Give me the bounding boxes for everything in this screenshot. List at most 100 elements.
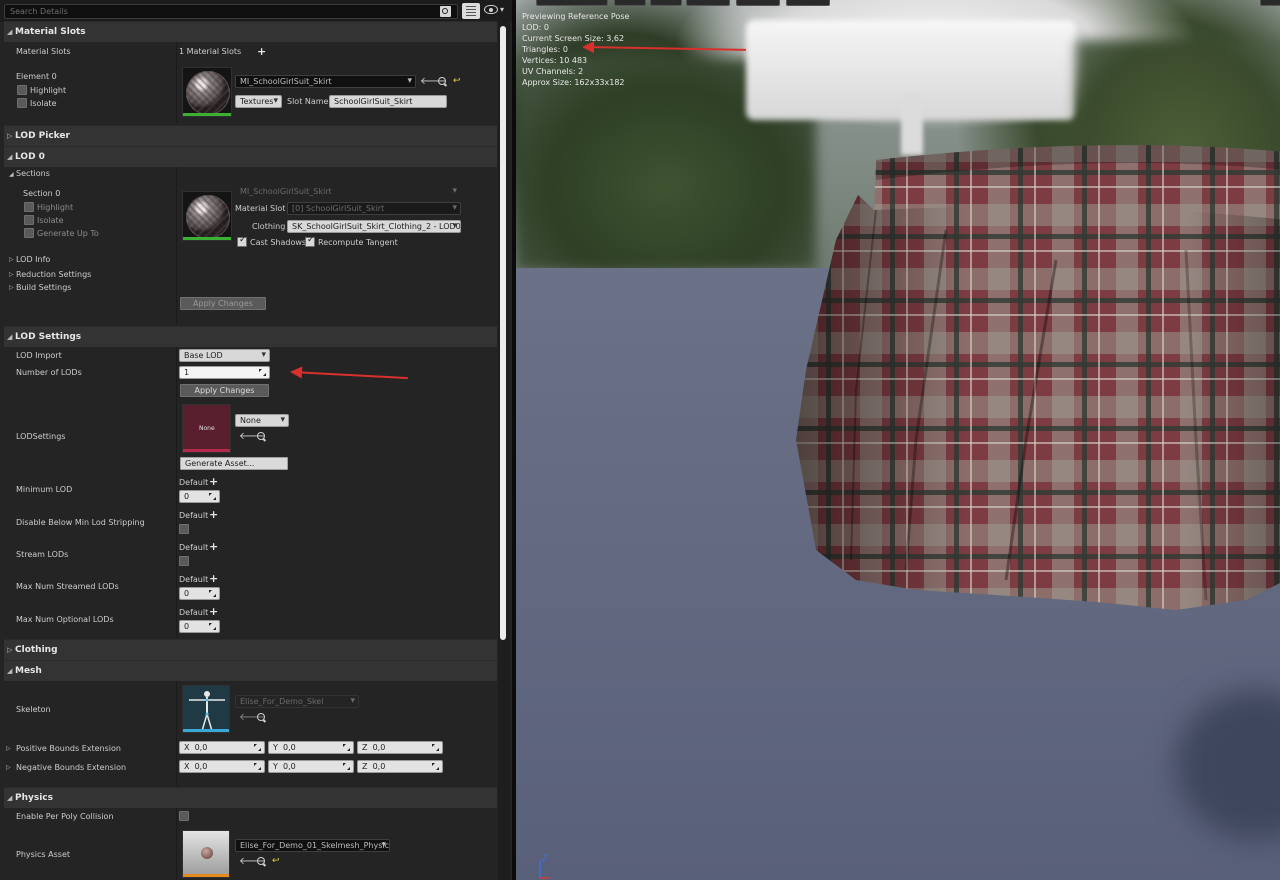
minimum-lod-input[interactable]: 0 [179,490,220,503]
browse-magnifier-icon[interactable] [257,857,265,865]
physics-asset-label: Physics Asset [16,850,70,859]
collapse-arrow-icon[interactable]: ▷ [9,256,14,263]
apply-changes-button[interactable]: Apply Changes [180,297,266,310]
material-asset-combo[interactable]: MI_SchoolGirlSuit_Skirt [235,75,416,88]
category-material-slots[interactable]: ◢ Material Slots [4,21,497,42]
spin-resize-icon [343,763,350,770]
cast-shadows-checkbox[interactable] [237,235,247,247]
max-streamed-lods-input[interactable]: 0 [179,587,220,600]
section-0-label: Section 0 [23,189,61,198]
isolate-checkbox[interactable] [17,98,27,108]
viewport-toolbar-button[interactable] [1260,0,1280,6]
lodsettings-label: LODSettings [16,432,66,441]
material-sphere-preview [186,195,230,239]
negative-bounds-z-input[interactable]: Z 0,0 [357,760,443,773]
spin-resize-icon [254,763,261,770]
reset-to-default-icon[interactable]: ↩ [453,77,461,86]
positive-bounds-x-input[interactable]: X 0,0 [179,741,265,754]
axis-y-label: Y [273,762,278,771]
search-icon[interactable] [440,6,451,17]
lod-settings-asset-thumbnail[interactable]: None [182,404,231,453]
stream-lods-label: Stream LODs [16,550,69,559]
viewport[interactable]: Previewing Reference Pose LOD: 0 Current… [516,0,1280,880]
viewport-toolbar-button[interactable] [536,0,608,6]
column-divider [176,806,177,880]
viewport-toolbar-button[interactable] [786,0,830,6]
positive-bounds-z-input[interactable]: Z 0,0 [357,741,443,754]
details-scrollbar-thumb[interactable] [500,26,506,640]
chevron-down-icon[interactable]: ▾ [500,5,504,14]
number-of-lods-input[interactable]: 1 [179,366,270,379]
column-divider [176,41,177,123]
material-thumbnail[interactable] [182,67,232,117]
category-lod0[interactable]: ◢ LOD 0 [4,146,497,167]
slot-name-input[interactable]: SchoolGirlSuit_Skirt [329,95,447,108]
property-matrix-button[interactable] [462,3,480,19]
browse-magnifier-icon[interactable] [257,432,265,440]
viewport-toolbar-button[interactable] [614,0,646,6]
expand-arrow-icon[interactable]: ◢ [9,171,14,178]
highlight-checkbox[interactable] [24,202,34,212]
category-title: LOD Picker [15,131,70,141]
disable-below-min-lod-checkbox[interactable] [179,524,189,534]
skeleton-thumbnail[interactable] [182,685,230,733]
lod-info-label[interactable]: LOD Info [16,255,50,264]
build-settings-label[interactable]: Build Settings [16,283,71,292]
add-override-icon[interactable]: + [209,476,218,487]
collapse-arrow-icon[interactable]: ▷ [9,284,14,291]
textures-dropdown[interactable]: Textures [235,95,282,108]
generate-asset-button[interactable]: Generate Asset... [180,457,288,470]
lod-import-dropdown[interactable]: Base LOD [179,349,270,362]
category-mesh[interactable]: ◢ Mesh [4,660,497,681]
material-slot-combo[interactable]: [0] SchoolGirlSuit_Skirt [287,202,461,215]
expand-arrow-icon: ◢ [7,28,13,36]
section-material-thumbnail[interactable] [182,191,232,241]
apply-changes-button[interactable]: Apply Changes [180,384,269,397]
add-override-icon[interactable]: + [209,509,218,520]
category-title: Physics [15,793,54,803]
skeleton-combo[interactable]: Elise_For_Demo_Skel [235,695,359,708]
isolate-checkbox[interactable] [24,215,34,225]
collapse-arrow-icon[interactable]: ▷ [9,271,14,278]
per-poly-collision-checkbox[interactable] [179,811,189,821]
recompute-tangent-checkbox[interactable] [305,235,315,247]
collapse-arrow-icon[interactable]: ▷ [6,745,11,752]
category-physics[interactable]: ◢ Physics [4,787,497,808]
category-lod-settings[interactable]: ◢ LOD Settings [4,326,497,347]
max-optional-lods-input[interactable]: 0 [179,620,220,633]
category-lod-picker[interactable]: ▷ LOD Picker [4,125,497,146]
add-override-icon[interactable]: + [209,541,218,552]
positive-bounds-y-input[interactable]: Y 0,0 [268,741,354,754]
viewport-toolbar-button[interactable] [736,0,780,6]
category-clothing[interactable]: ▷ Clothing [4,639,497,660]
disable-below-min-lod-label: Disable Below Min Lod Stripping [16,518,145,527]
physics-asset-thumbnail[interactable] [182,830,230,878]
lod-settings-asset-combo[interactable]: None [235,414,289,427]
stream-lods-checkbox[interactable] [179,556,189,566]
add-override-icon[interactable]: + [209,573,218,584]
add-override-icon[interactable]: + [209,606,218,617]
reset-to-default-icon[interactable]: ↩ [272,857,280,866]
spin-resize-icon [209,623,216,630]
add-material-slot-icon[interactable]: + [257,46,266,57]
viewport-toolbar-button[interactable] [650,0,682,6]
generate-up-to-label: Generate Up To [37,229,99,238]
viewport-toolbar-button[interactable] [686,0,730,6]
negative-bounds-y-input[interactable]: Y 0,0 [268,760,354,773]
category-title: Clothing [15,645,58,655]
browse-magnifier-icon[interactable] [257,713,265,721]
generate-up-to-checkbox[interactable] [24,228,34,238]
reduction-settings-label[interactable]: Reduction Settings [16,270,91,279]
clothing-combo[interactable]: SK_SchoolGirlSuit_Skirt_Clothing_2 - LOD… [287,220,461,233]
search-input[interactable]: Search Details [4,4,458,19]
material-slot-label: Material Slot [235,204,286,213]
negative-bounds-x-input[interactable]: X 0,0 [179,760,265,773]
highlight-checkbox[interactable] [17,85,27,95]
physics-asset-combo[interactable]: Elise_For_Demo_01_Skelmesh_Physics [235,839,390,852]
collapse-arrow-icon[interactable]: ▷ [6,764,11,771]
viewport-stats-overlay: Previewing Reference Pose LOD: 0 Current… [522,11,629,88]
stat-vertices: Vertices: 10 483 [522,56,588,65]
highlight-label: Highlight [37,203,74,212]
eye-icon[interactable] [484,5,498,14]
browse-magnifier-icon[interactable] [438,77,446,85]
